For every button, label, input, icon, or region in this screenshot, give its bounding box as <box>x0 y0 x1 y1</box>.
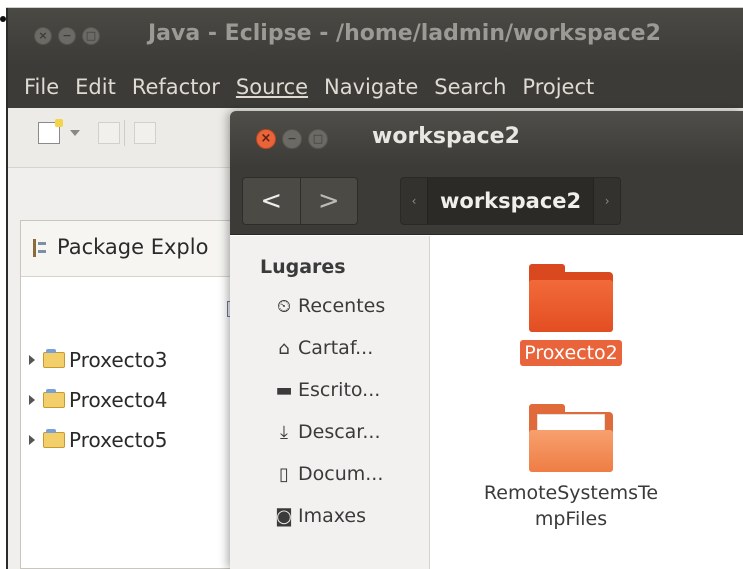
sidebar-item-recentes[interactable]: ⏲ Recentes <box>274 291 385 321</box>
expand-arrow-icon[interactable] <box>29 395 35 405</box>
download-icon: ⤓ <box>280 421 288 443</box>
sidebar-item-label: Descar... <box>298 421 381 443</box>
sidebar-item-label: Cartaf... <box>298 337 374 359</box>
toolbar-separator <box>124 120 125 146</box>
sidebar-item-imaxes[interactable]: ◙ Imaxes <box>274 501 366 531</box>
file-manager-titlebar: × − □ workspace2 <box>230 111 743 167</box>
tree-item-label: Proxecto3 <box>69 348 168 372</box>
save-icon[interactable] <box>98 122 120 144</box>
file-manager-window-title: workspace2 <box>372 124 520 149</box>
file-manager-window: × − □ workspace2 < > ‹ workspace2 › Luga… <box>230 111 743 569</box>
tree-item-label: Proxecto4 <box>69 388 168 412</box>
places-heading: Lugares <box>260 256 346 278</box>
file-view: Proxecto2 RemoteSystemsTe mpFiles <box>431 236 743 569</box>
places-sidebar: Lugares ⏲ Recentes ⌂ Cartaf... ▬ Escrito… <box>230 236 430 569</box>
close-icon[interactable]: × <box>34 27 52 45</box>
breadcrumb: ‹ workspace2 › <box>400 177 622 225</box>
menu-refactor[interactable]: Refactor <box>132 75 220 99</box>
maximize-icon[interactable]: □ <box>308 129 328 149</box>
menu-project[interactable]: Project <box>522 75 594 99</box>
eclipse-menubar: File Edit Refactor Source Navigate Searc… <box>8 66 743 108</box>
eclipse-titlebar: × − □ Java - Eclipse - /home/ladmin/work… <box>8 8 743 66</box>
project-folder-icon <box>43 389 65 408</box>
navigation-buttons: < > <box>242 177 358 225</box>
minimize-icon[interactable]: − <box>282 129 302 149</box>
sidebar-item-label: Imaxes <box>298 505 367 527</box>
new-file-icon[interactable] <box>38 119 63 144</box>
maximize-icon[interactable]: □ <box>82 27 100 45</box>
clock-icon: ⏲ <box>276 295 292 317</box>
menu-search[interactable]: Search <box>434 75 506 99</box>
folder-item-proxecto2[interactable]: Proxecto2 <box>471 264 671 366</box>
project-folder-icon <box>43 349 65 368</box>
breadcrumb-left-arrow[interactable]: ‹ <box>401 178 427 224</box>
sidebar-item-cartafol[interactable]: ⌂ Cartaf... <box>274 333 373 363</box>
page-top-edge <box>6 0 743 8</box>
document-icon: ▯ <box>279 463 289 485</box>
minimize-icon[interactable]: − <box>58 27 76 45</box>
package-explorer-label: Package Explo <box>57 235 209 259</box>
sidebar-item-escritorio[interactable]: ▬ Escrito... <box>274 375 380 405</box>
close-icon[interactable]: × <box>256 129 276 149</box>
breadcrumb-right-arrow[interactable]: › <box>594 178 620 224</box>
folder-icon <box>529 264 613 332</box>
sidebar-item-label: Recentes <box>298 295 386 317</box>
sidebar-item-label: Docum... <box>298 463 384 485</box>
menu-source[interactable]: Source <box>236 75 308 99</box>
sidebar-item-documentos[interactable]: ▯ Docum... <box>274 459 383 489</box>
tree-item-proxecto3[interactable]: Proxecto3 <box>29 347 167 373</box>
expand-arrow-icon[interactable] <box>29 355 35 365</box>
menu-navigate[interactable]: Navigate <box>324 75 418 99</box>
forward-button[interactable]: > <box>299 178 358 224</box>
package-explorer-icon <box>33 239 47 257</box>
eclipse-window-title: Java - Eclipse - /home/ladmin/workspace2 <box>148 21 661 46</box>
menu-file[interactable]: File <box>24 75 59 99</box>
tree-item-proxecto4[interactable]: Proxecto4 <box>29 387 167 413</box>
menu-edit[interactable]: Edit <box>75 75 116 99</box>
tree-item-proxecto5[interactable]: Proxecto5 <box>29 427 167 453</box>
desktop-folder-icon: ▬ <box>275 379 293 401</box>
folder-icon <box>529 404 613 472</box>
breadcrumb-segment-workspace2[interactable]: workspace2 <box>427 178 595 224</box>
folder-item-remotesystemstempfiles[interactable]: RemoteSystemsTe mpFiles <box>471 404 671 532</box>
back-button[interactable]: < <box>243 178 300 224</box>
project-folder-icon <box>43 429 65 448</box>
folder-label: Proxecto2 <box>520 340 622 366</box>
sidebar-item-label: Escrito... <box>298 379 381 401</box>
file-manager-toolbar: < > ‹ workspace2 › <box>230 167 743 235</box>
save-all-icon[interactable] <box>134 122 156 144</box>
expand-arrow-icon[interactable] <box>29 435 35 445</box>
sidebar-item-descargas[interactable]: ⤓ Descar... <box>274 417 381 447</box>
home-icon: ⌂ <box>278 337 290 359</box>
tree-item-label: Proxecto5 <box>69 428 168 452</box>
camera-icon: ◙ <box>275 505 293 527</box>
chevron-down-icon[interactable] <box>70 130 80 136</box>
folder-label: RemoteSystemsTe mpFiles <box>483 482 659 530</box>
